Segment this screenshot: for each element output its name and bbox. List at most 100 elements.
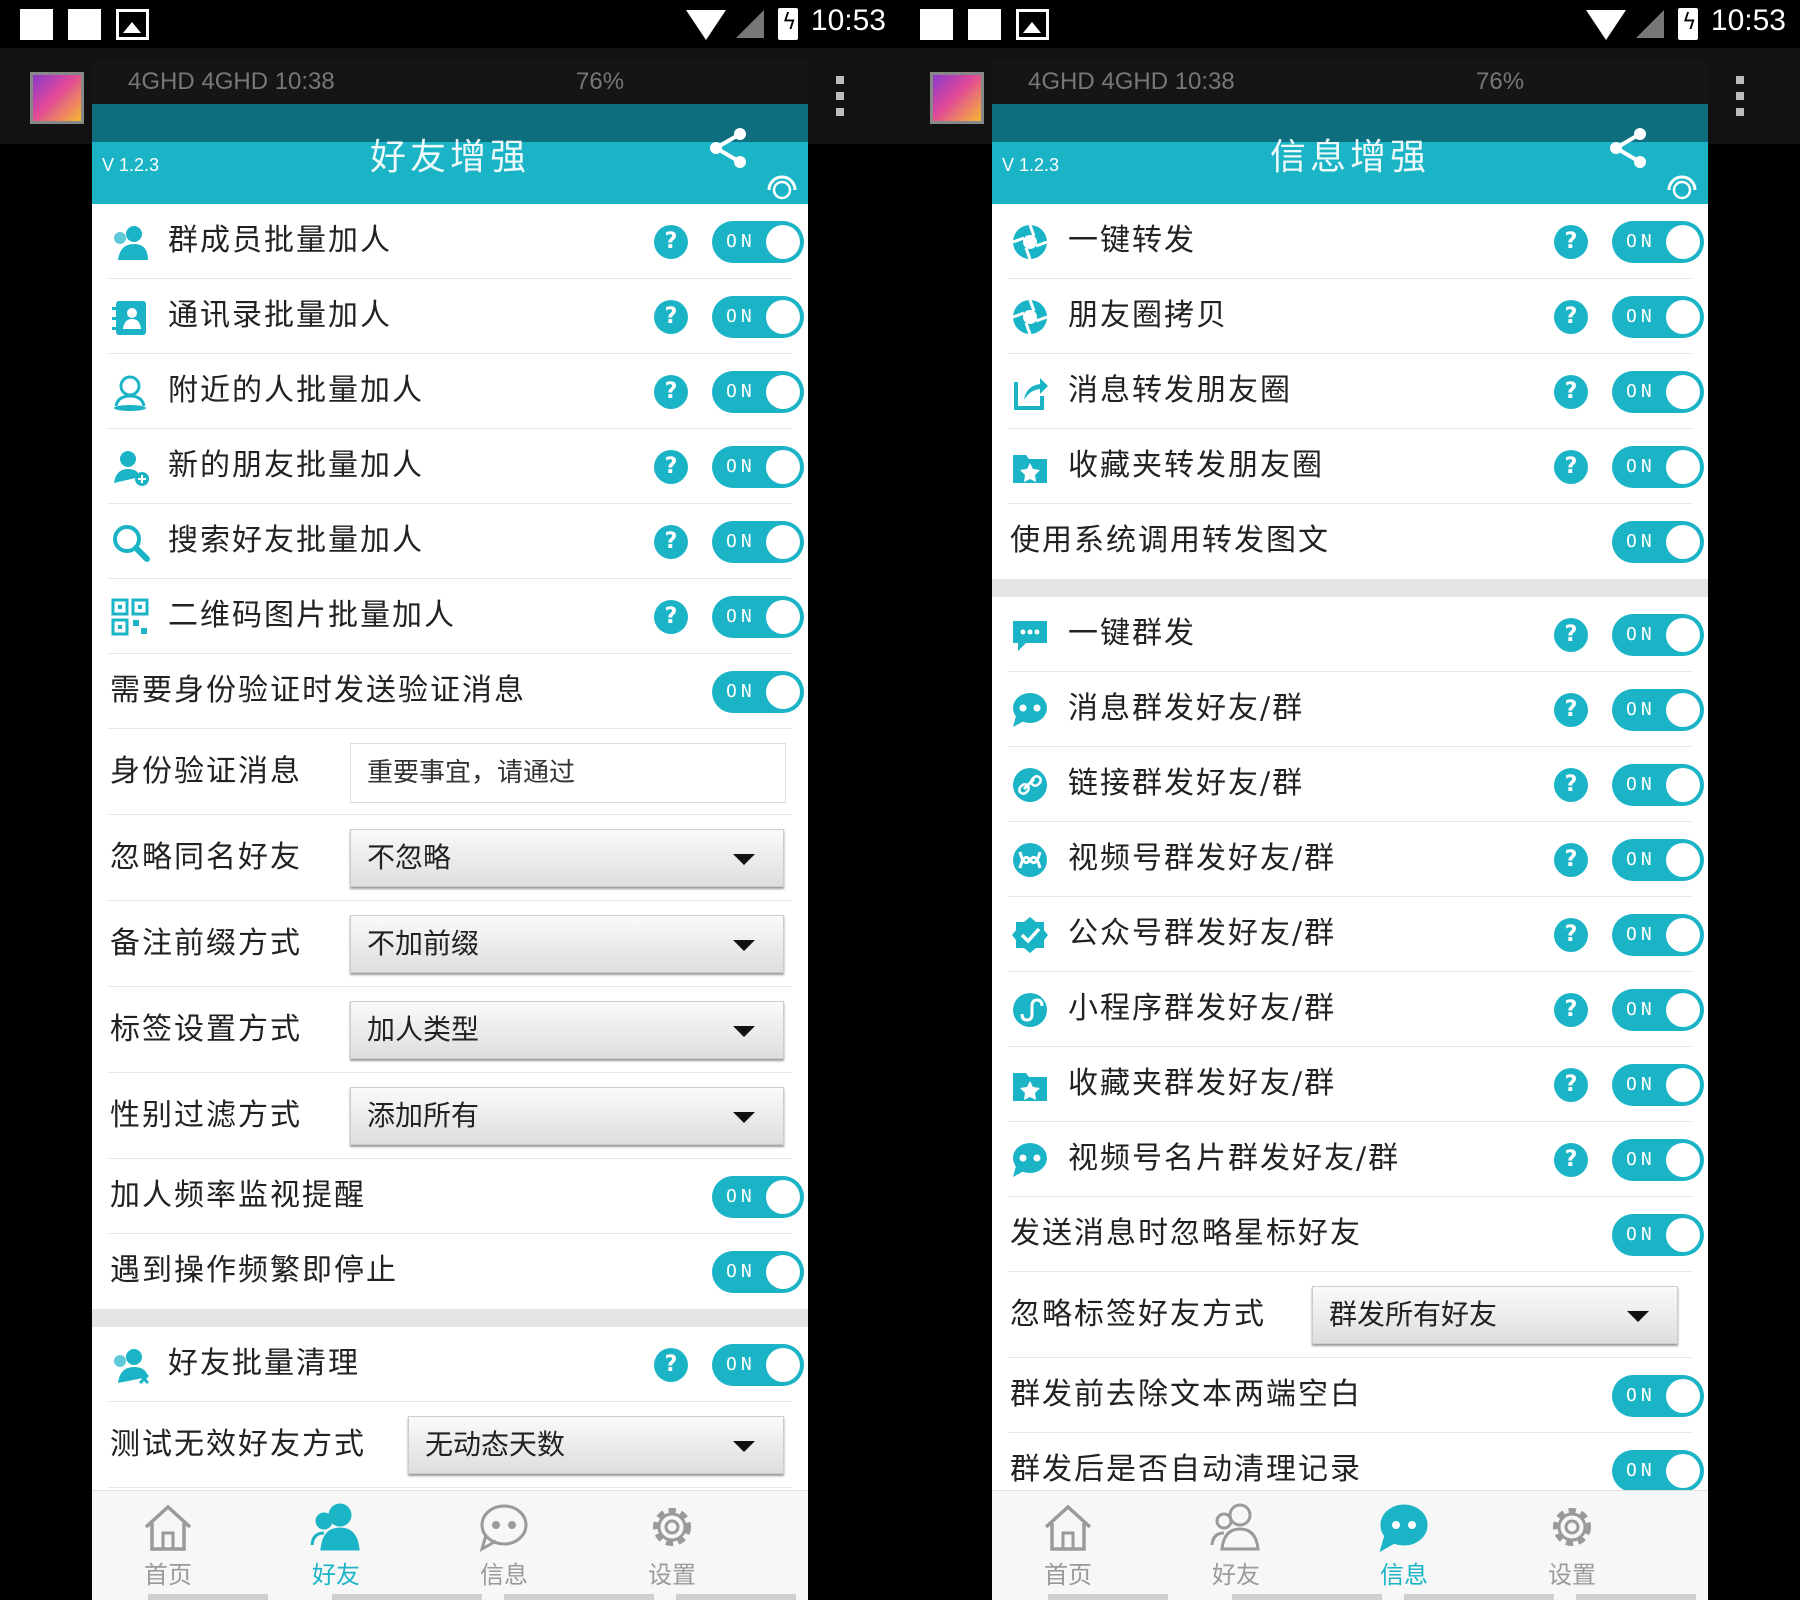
select-row: 标签设置方式 加人类型 bbox=[108, 987, 792, 1073]
channels-icon bbox=[1013, 843, 1047, 877]
help-icon[interactable]: ? bbox=[1554, 450, 1588, 484]
on-off-toggle[interactable]: ON bbox=[712, 671, 804, 713]
on-off-toggle[interactable]: ON bbox=[1612, 221, 1704, 263]
on-off-toggle[interactable]: ON bbox=[1612, 914, 1704, 956]
nav-item-friends[interactable]: 好友 bbox=[1176, 1501, 1296, 1590]
app-screen: 4GHD 4GHD 10:38 76% V 1.2.3 好友增强 客服 群成员批… bbox=[92, 60, 808, 1600]
help-icon[interactable]: ? bbox=[654, 300, 688, 334]
help-icon[interactable]: ? bbox=[654, 225, 688, 259]
nav-item-friends[interactable]: 好友 bbox=[276, 1501, 396, 1590]
setting-row: 小程序群发好友/群? ON bbox=[1008, 972, 1704, 1047]
help-icon[interactable]: ? bbox=[654, 450, 688, 484]
help-icon[interactable]: ? bbox=[1554, 768, 1588, 802]
on-off-toggle[interactable]: ON bbox=[712, 1251, 804, 1293]
setting-label: 消息转发朋友圈 bbox=[1068, 373, 1292, 408]
new-friend-icon bbox=[114, 451, 149, 486]
group-icon bbox=[114, 226, 148, 260]
nav-item-gear[interactable]: 设置 bbox=[612, 1501, 732, 1590]
setting-label: 一键群发 bbox=[1068, 616, 1196, 651]
select-row: 测试无效好友方式 无动态天数 bbox=[108, 1402, 792, 1488]
on-off-toggle[interactable]: ON bbox=[1612, 1139, 1704, 1181]
on-off-toggle[interactable]: ON bbox=[712, 371, 804, 413]
gear-icon bbox=[1553, 1508, 1591, 1546]
friend-settings-list: 群成员批量加人? ON 通讯录批量加人? ON 附近的人批量加人? ON 新的朋友批量加人?… bbox=[92, 204, 808, 1488]
help-icon[interactable]: ? bbox=[1554, 1068, 1588, 1102]
help-icon[interactable]: ? bbox=[1554, 375, 1588, 409]
cleanup-icon bbox=[114, 1349, 150, 1385]
setting-label: 发送消息时忽略星标好友 bbox=[1010, 1216, 1362, 1251]
dropdown-select[interactable]: 群发所有好友 bbox=[1312, 1286, 1678, 1344]
help-icon[interactable]: ? bbox=[654, 525, 688, 559]
on-off-toggle[interactable]: ON bbox=[1612, 689, 1704, 731]
dropdown-select[interactable]: 无动态天数 bbox=[408, 1416, 784, 1474]
setting-row: 附近的人批量加人? ON bbox=[108, 354, 804, 429]
nav-item-message[interactable]: 信息 bbox=[1344, 1501, 1464, 1590]
on-off-toggle[interactable]: ON bbox=[1612, 614, 1704, 656]
on-off-toggle[interactable]: ON bbox=[1612, 839, 1704, 881]
setting-label: 消息群发好友/群 bbox=[1068, 691, 1305, 726]
on-off-toggle[interactable]: ON bbox=[1612, 1450, 1704, 1492]
dropdown-select[interactable]: 不加前缀 bbox=[350, 915, 784, 973]
more-icon[interactable] bbox=[836, 76, 846, 118]
setting-label: 测试无效好友方式 bbox=[110, 1427, 366, 1462]
verified-icon bbox=[1012, 917, 1048, 953]
help-icon[interactable]: ? bbox=[654, 375, 688, 409]
verify-message-input[interactable]: 重要事宜，请通过 bbox=[350, 743, 786, 803]
help-icon[interactable]: ? bbox=[654, 1348, 688, 1382]
search-icon bbox=[113, 525, 150, 562]
right-screenshot: 10:53 4GHD 4GHD 10:38 76% V 1.2.3 信息增强 客… bbox=[900, 0, 1800, 1600]
help-icon[interactable]: ? bbox=[1554, 1143, 1588, 1177]
setting-label: 群发前去除文本两端空白 bbox=[1010, 1377, 1362, 1412]
on-off-toggle[interactable]: ON bbox=[1612, 296, 1704, 338]
on-off-toggle[interactable]: ON bbox=[712, 596, 804, 638]
on-off-toggle[interactable]: ON bbox=[1612, 989, 1704, 1031]
nav-item-gear[interactable]: 设置 bbox=[1512, 1501, 1632, 1590]
setting-row: 公众号群发好友/群? ON bbox=[1008, 897, 1704, 972]
chat-bubble-icon bbox=[1013, 621, 1047, 651]
setting-label: 一键转发 bbox=[1068, 223, 1196, 258]
share-out-icon bbox=[1014, 378, 1048, 410]
help-icon[interactable]: ? bbox=[1554, 843, 1588, 877]
help-icon[interactable]: ? bbox=[1554, 918, 1588, 952]
inner-status-bar: 4GHD 4GHD 10:38 76% bbox=[92, 60, 808, 104]
dropdown-select[interactable]: 加人类型 bbox=[350, 1001, 784, 1059]
nav-item-home[interactable]: 首页 bbox=[108, 1501, 228, 1590]
on-off-toggle[interactable]: ON bbox=[712, 221, 804, 263]
on-off-toggle[interactable]: ON bbox=[712, 1176, 804, 1218]
on-off-toggle[interactable]: ON bbox=[1612, 521, 1704, 563]
notification-icon bbox=[968, 9, 1001, 40]
image-notification-icon bbox=[1016, 9, 1049, 40]
nav-item-message[interactable]: 信息 bbox=[444, 1501, 564, 1590]
setting-label: 视频号名片群发好友/群 bbox=[1068, 1141, 1401, 1176]
dropdown-select[interactable]: 添加所有 bbox=[350, 1087, 784, 1145]
nav-item-home[interactable]: 首页 bbox=[1008, 1501, 1128, 1590]
setting-row: 一键群发? ON bbox=[1008, 597, 1704, 672]
gallery-app-icon[interactable] bbox=[930, 72, 984, 124]
on-off-toggle[interactable]: ON bbox=[1612, 1375, 1704, 1417]
help-icon[interactable]: ? bbox=[1554, 693, 1588, 727]
on-off-toggle[interactable]: ON bbox=[712, 296, 804, 338]
on-off-toggle[interactable]: ON bbox=[1612, 371, 1704, 413]
help-icon[interactable]: ? bbox=[1554, 225, 1588, 259]
help-icon[interactable]: ? bbox=[1554, 300, 1588, 334]
on-off-toggle[interactable]: ON bbox=[712, 446, 804, 488]
setting-label: 收藏夹群发好友/群 bbox=[1068, 1066, 1337, 1101]
section-divider bbox=[92, 1309, 808, 1327]
help-icon[interactable]: ? bbox=[1554, 618, 1588, 652]
help-icon[interactable]: ? bbox=[1554, 993, 1588, 1027]
setting-label: 遇到操作频繁即停止 bbox=[110, 1253, 398, 1288]
setting-row: 发送消息时忽略星标好友 ON bbox=[1008, 1197, 1704, 1272]
help-icon[interactable]: ? bbox=[654, 600, 688, 634]
on-off-toggle[interactable]: ON bbox=[1612, 1214, 1704, 1256]
on-off-toggle[interactable]: ON bbox=[1612, 446, 1704, 488]
gallery-app-icon[interactable] bbox=[30, 72, 84, 124]
setting-label: 通讯录批量加人 bbox=[168, 298, 392, 333]
signal-icon bbox=[1636, 10, 1664, 38]
more-icon[interactable] bbox=[1736, 76, 1746, 118]
on-off-toggle[interactable]: ON bbox=[1612, 764, 1704, 806]
on-off-toggle[interactable]: ON bbox=[712, 1344, 804, 1386]
on-off-toggle[interactable]: ON bbox=[712, 521, 804, 563]
on-off-toggle[interactable]: ON bbox=[1612, 1064, 1704, 1106]
dropdown-select[interactable]: 不忽略 bbox=[350, 829, 784, 887]
signal-icon bbox=[736, 10, 764, 38]
